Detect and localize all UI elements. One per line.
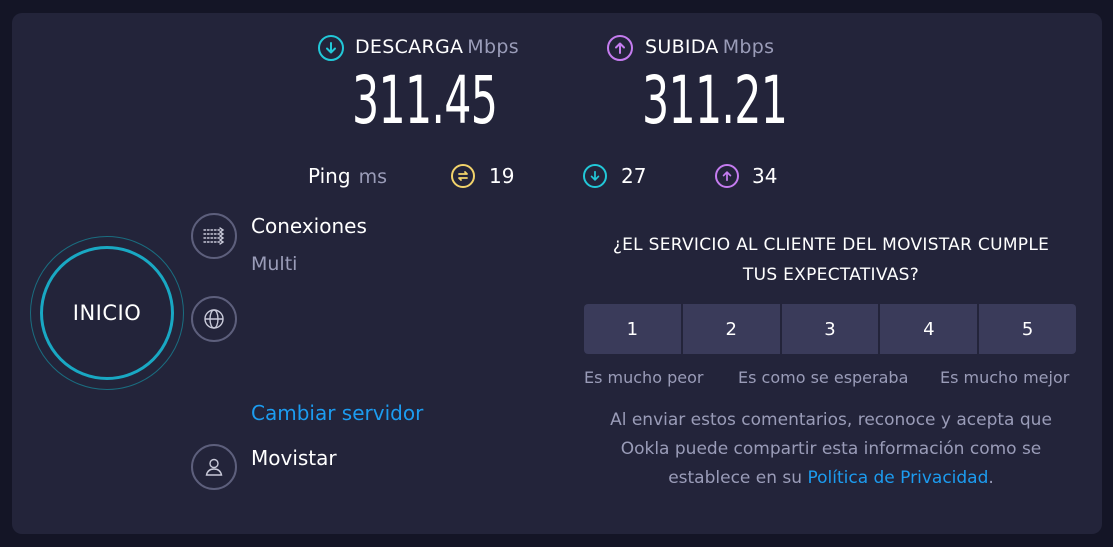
- go-button[interactable]: INICIO: [40, 246, 174, 380]
- survey-disclaimer: Al enviar estos comentarios, reconoce y …: [586, 406, 1076, 493]
- upload-speed-value: 311.21: [642, 62, 788, 139]
- go-button-label: INICIO: [72, 301, 142, 325]
- rating-option-3[interactable]: 3: [781, 304, 879, 354]
- download-speed-value: 311.45: [352, 62, 498, 139]
- survey-question: ¿EL SERVICIO AL CLIENTE DEL MOVISTAR CUM…: [586, 230, 1076, 290]
- survey-question-line2: TUS EXPECTATIVAS?: [742, 265, 920, 285]
- upload-unit: Mbps: [722, 36, 775, 58]
- scale-high-label: Es mucho mejor: [940, 368, 1070, 387]
- download-latency-value: 27: [621, 164, 647, 188]
- download-label: DESCARGA: [355, 36, 464, 58]
- connections-title: Conexiones: [251, 214, 367, 238]
- provider-name: Movistar: [251, 446, 337, 470]
- ping-header: Ping ms: [308, 164, 387, 188]
- survey-question-line1: ¿EL SERVICIO AL CLIENTE DEL MOVISTAR CUM…: [612, 235, 1050, 255]
- download-arrow-icon: [318, 35, 344, 61]
- disclaimer-line3-end: .: [988, 468, 994, 488]
- upload-arrow-icon: [607, 35, 633, 61]
- globe-icon[interactable]: [191, 296, 237, 342]
- change-server-link[interactable]: Cambiar servidor: [251, 401, 423, 425]
- scale-low-label: Es mucho peor: [584, 368, 704, 387]
- upload-latency-value: 34: [752, 164, 778, 188]
- rating-option-5[interactable]: 5: [979, 304, 1076, 354]
- disclaimer-line3: establece en su Política de Privacidad.: [586, 464, 1076, 493]
- ping-label: Ping: [308, 164, 351, 188]
- rating-scale: 1 2 3 4 5: [584, 304, 1076, 354]
- rating-option-1[interactable]: 1: [584, 304, 681, 354]
- download-latency-icon: [583, 164, 607, 188]
- rating-option-4[interactable]: 4: [880, 304, 978, 354]
- user-icon: [191, 444, 237, 490]
- rating-option-2[interactable]: 2: [682, 304, 780, 354]
- ping-unit: ms: [358, 166, 387, 188]
- upload-latency-icon: [715, 164, 739, 188]
- connections-value: Multi: [251, 253, 298, 275]
- idle-latency-icon: [451, 164, 475, 188]
- download-header: DESCARGA Mbps: [355, 36, 519, 58]
- connections-icon: [191, 213, 237, 259]
- upload-label: SUBIDA: [645, 36, 719, 58]
- disclaimer-line2: Ookla puede compartir esta información c…: [620, 439, 1042, 459]
- download-unit: Mbps: [467, 36, 519, 58]
- scale-mid-label: Es como se esperaba: [738, 368, 909, 387]
- privacy-policy-link[interactable]: Política de Privacidad: [807, 468, 988, 488]
- disclaimer-line3-text: establece en su: [668, 468, 808, 488]
- disclaimer-line1: Al enviar estos comentarios, reconoce y …: [610, 410, 1052, 430]
- idle-latency-value: 19: [489, 164, 515, 188]
- upload-header: SUBIDA Mbps: [645, 36, 774, 58]
